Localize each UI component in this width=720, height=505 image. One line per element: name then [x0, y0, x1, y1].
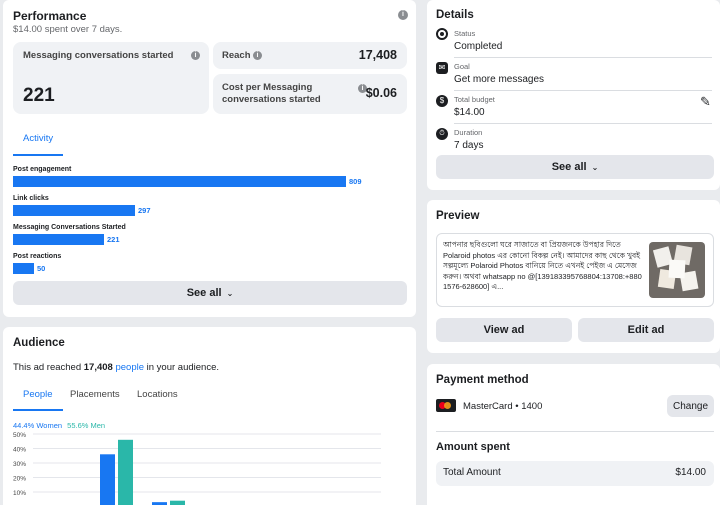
- details-card: Details Status Completed ✉ Goal Get more…: [427, 0, 720, 190]
- divider: [454, 57, 712, 58]
- payment-title: Payment method: [436, 374, 529, 386]
- see-all-label: See all: [551, 161, 587, 173]
- reach-label: Reach: [222, 50, 251, 61]
- card-label: MasterCard • 1400: [463, 401, 543, 412]
- mastercard-icon: [436, 399, 456, 412]
- performance-subtitle: $14.00 spent over 7 days.: [13, 24, 123, 35]
- ad-preview-text: আপনার ছবিগুলো ঘরে সাজাতে বা প্রিয়জনকে উ…: [443, 240, 642, 291]
- info-icon[interactable]: i: [253, 51, 262, 60]
- audience-bar-men: [170, 500, 185, 505]
- divider: [454, 90, 712, 91]
- y-tick-label: 40%: [13, 447, 26, 454]
- info-icon[interactable]: i: [191, 51, 200, 60]
- activity-bars: Post engagement 809 Link clicks 297 Mess…: [13, 164, 403, 274]
- y-tick-label: 30%: [13, 461, 26, 468]
- ad-preview-box[interactable]: আপনার ছবিগুলো ঘরে সাজাতে বা প্রিয়জনকে উ…: [436, 233, 714, 307]
- tab-activity[interactable]: Activity: [23, 133, 53, 144]
- audience-reach-text: This ad reached 17,408 people in your au…: [13, 362, 219, 373]
- messaging-label: Messaging conversations started: [23, 50, 174, 61]
- change-button[interactable]: Change: [667, 395, 714, 417]
- divider: [436, 431, 714, 432]
- duration-icon: ⏱: [436, 128, 448, 140]
- divider: [454, 123, 712, 124]
- duration-label: Duration: [454, 128, 483, 137]
- tab-activity-underline: [13, 154, 63, 156]
- bar-value-messaging: 221: [107, 235, 120, 244]
- goal-icon: ✉: [436, 62, 448, 74]
- audience-card: Audience This ad reached 17,408 people i…: [3, 327, 416, 505]
- status-value: Completed: [454, 41, 503, 52]
- duration-value: 7 days: [454, 140, 484, 151]
- bar-link-clicks: [13, 205, 135, 216]
- tab-placements[interactable]: Placements: [70, 389, 120, 400]
- bar-post-reactions: [13, 263, 34, 274]
- bar-post-engagement: [13, 176, 346, 187]
- bar-label-messaging: Messaging Conversations Started: [13, 224, 126, 231]
- bar-messaging: [13, 234, 104, 245]
- edit-ad-button[interactable]: Edit ad: [578, 318, 714, 342]
- reach-box: Reach i 17,408: [213, 42, 407, 69]
- preview-title: Preview: [436, 210, 480, 222]
- audience-title: Audience: [13, 337, 65, 349]
- messaging-conversations-box: Messaging conversations started i 221: [13, 42, 209, 114]
- tab-people-underline: [13, 409, 63, 411]
- cost-label: Cost per Messaging conversations started: [222, 82, 321, 105]
- messaging-value: 221: [23, 85, 55, 106]
- view-ad-button[interactable]: View ad: [436, 318, 572, 342]
- y-tick-label: 20%: [13, 476, 26, 483]
- reach-value: 17,408: [358, 48, 397, 62]
- y-tick-label: 10%: [13, 490, 26, 497]
- status-label: Status: [454, 29, 476, 38]
- bar-value-post-engagement: 809: [349, 177, 362, 186]
- bar-value-post-reactions: 50: [37, 264, 46, 273]
- budget-value: $14.00: [454, 107, 485, 118]
- total-amount-row: Total Amount $14.00: [436, 461, 714, 486]
- performance-card: Performance $14.00 spent over 7 days. i …: [3, 0, 416, 317]
- bar-value-link-clicks: 297: [138, 206, 151, 215]
- budget-icon: $: [436, 95, 448, 107]
- goal-label: Goal: [454, 62, 470, 71]
- y-tick-label: 50%: [13, 432, 26, 439]
- chevron-down-icon: ⌄: [226, 288, 234, 298]
- bar-label-post-reactions: Post reactions: [13, 253, 62, 260]
- cost-per-result-box: Cost per Messaging conversations started…: [213, 74, 407, 114]
- audience-chart: 50% 40% 30% 20% 10%: [13, 432, 381, 505]
- see-all-button[interactable]: See all ⌄: [13, 281, 407, 305]
- status-icon: [436, 28, 448, 40]
- payment-card: Payment method MasterCard • 1400 Change …: [427, 364, 720, 505]
- audience-bar-men: [118, 439, 133, 505]
- men-legend: 55.6% Men: [67, 421, 106, 430]
- amount-spent-title: Amount spent: [436, 441, 510, 453]
- preview-card: Preview আপনার ছবিগুলো ঘরে সাজাতে বা প্রি…: [427, 200, 720, 353]
- budget-label: Total budget: [454, 95, 495, 104]
- women-legend: 44.4% Women: [13, 421, 63, 430]
- tab-locations[interactable]: Locations: [137, 389, 178, 400]
- goal-value: Get more messages: [454, 74, 545, 85]
- see-all-label: See all: [186, 287, 222, 299]
- audience-bar-women: [100, 454, 115, 505]
- ad-thumbnail-image: [649, 242, 705, 298]
- cost-value: $0.06: [365, 86, 397, 100]
- details-title: Details: [436, 9, 474, 21]
- tab-people[interactable]: People: [23, 389, 53, 400]
- performance-title: Performance: [13, 9, 87, 23]
- gender-legend: 44.4% Women 55.6% Men: [13, 421, 105, 430]
- info-icon[interactable]: i: [398, 10, 408, 20]
- total-amount-value: $14.00: [675, 467, 706, 478]
- pencil-icon[interactable]: ✎: [700, 94, 711, 110]
- total-amount-label: Total Amount: [443, 467, 501, 478]
- details-see-all-button[interactable]: See all ⌄: [436, 155, 714, 179]
- chevron-down-icon: ⌄: [591, 162, 599, 172]
- bar-label-post-engagement: Post engagement: [13, 166, 72, 173]
- bar-label-link-clicks: Link clicks: [13, 195, 49, 202]
- people-link[interactable]: people: [115, 362, 144, 373]
